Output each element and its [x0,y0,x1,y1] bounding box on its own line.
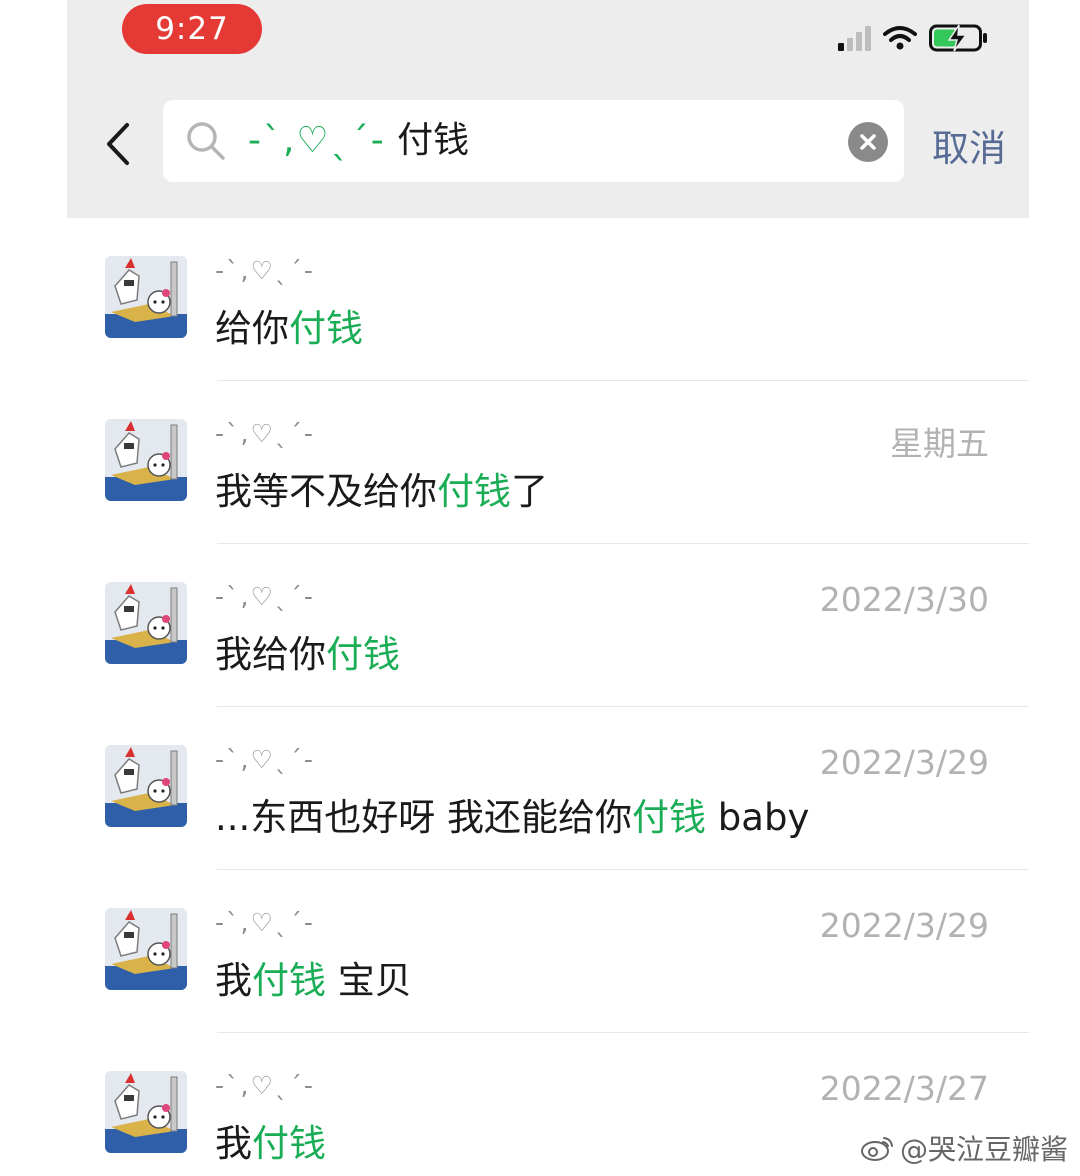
message-date: 星期五 [890,424,989,463]
contact-name: -ˋ,♡ˎˊ- [215,745,315,774]
chat-result-item[interactable]: -ˋ,♡ˎˊ- 2022/3/29 我付钱 宝贝 [67,870,1029,1033]
wifi-icon [883,25,917,51]
message-snippet: 我给你付钱 [215,624,400,678]
clear-search-button[interactable] [848,122,888,162]
search-query-term: 付钱 [397,120,470,161]
chat-result-item[interactable]: -ˋ,♡ˎˊ- 2022/3/29 ...东西也好呀 我还能给你付钱 baby [67,707,1029,870]
snippet-highlight: 付钱 [632,796,707,839]
contact-name: -ˋ,♡ˎˊ- [215,1071,315,1100]
search-query: -ˋ,♡ˎˊ- 付钱 [248,114,469,168]
message-date: 2022/3/29 [819,906,989,945]
snippet-highlight: 付钱 [252,1122,326,1165]
watermark: @哭泣豆瓣酱 [860,1128,1068,1168]
search-input[interactable]: -ˋ,♡ˎˊ- 付钱 [163,100,904,182]
message-date: 2022/3/30 [819,580,989,619]
avatar [105,256,187,338]
watermark-text: @哭泣豆瓣酱 [899,1133,1068,1166]
snippet-text-after: 宝贝 [326,959,412,1002]
contact-name: -ˋ,♡ˎˊ- [215,256,315,285]
phone-screen: 9:27 -ˋ,♡ˎˊ- 付钱 取消 -ˋ,♡ˎˊ- 给你付钱 -ˋ,♡ˎˊ- … [67,0,1029,1176]
snippet-highlight: 付钱 [289,307,363,350]
snippet-highlight: 付钱 [326,633,400,676]
avatar [105,908,187,990]
chat-result-item[interactable]: -ˋ,♡ˎˊ- 星期五 我等不及给你付钱了 [67,381,1029,544]
avatar [105,1071,187,1153]
avatar-image [105,419,187,501]
snippet-highlight: 付钱 [437,470,511,513]
cancel-button[interactable]: 取消 [932,118,1006,172]
message-snippet: ...东西也好呀 我还能给你付钱 baby [215,787,809,841]
contact-name: -ˋ,♡ˎˊ- [215,419,315,448]
snippet-text: 我 [215,959,252,1002]
search-query-decoration: -ˋ,♡ˎˊ- [248,120,386,161]
status-time: 9:27 [122,4,262,54]
search-icon [187,122,225,160]
search-header: 9:27 -ˋ,♡ˎˊ- 付钱 取消 [67,0,1029,218]
chat-result-item[interactable]: -ˋ,♡ˎˊ- 2022/3/30 我给你付钱 [67,544,1029,707]
avatar-image [105,582,187,664]
back-button[interactable] [93,114,143,174]
avatar-image [105,1071,187,1153]
search-results-list: -ˋ,♡ˎˊ- 给你付钱 -ˋ,♡ˎˊ- 星期五 我等不及给你付钱了 -ˋ,♡ˎ… [67,218,1029,1176]
snippet-text: 给你 [215,307,289,350]
snippet-text: 我等不及给你 [215,470,437,513]
snippet-highlight: 付钱 [252,959,326,1002]
message-snippet: 我等不及给你付钱了 [215,461,548,515]
message-snippet: 我付钱 [215,1113,326,1167]
battery-charging-icon [929,23,991,53]
weibo-icon [860,1137,893,1161]
avatar [105,745,187,827]
message-date: 2022/3/27 [819,1069,989,1108]
avatar-image [105,256,187,338]
message-date: 2022/3/29 [819,743,989,782]
message-snippet: 给你付钱 [215,298,363,352]
snippet-text-after: baby [706,796,810,839]
back-chevron-icon [107,123,129,165]
snippet-text: 我 [215,1122,252,1165]
chat-result-item[interactable]: -ˋ,♡ˎˊ- 给你付钱 [67,218,1029,381]
snippet-text: ...东西也好呀 我还能给你 [215,796,633,839]
status-icons [838,20,991,56]
snippet-text-after: 了 [511,470,548,513]
message-snippet: 我付钱 宝贝 [215,950,412,1004]
contact-name: -ˋ,♡ˎˊ- [215,908,315,937]
avatar [105,419,187,501]
signal-icon [838,25,871,51]
avatar-image [105,745,187,827]
avatar [105,582,187,664]
clear-icon [860,134,876,150]
contact-name: -ˋ,♡ˎˊ- [215,582,315,611]
snippet-text: 我给你 [215,633,326,676]
avatar-image [105,908,187,990]
